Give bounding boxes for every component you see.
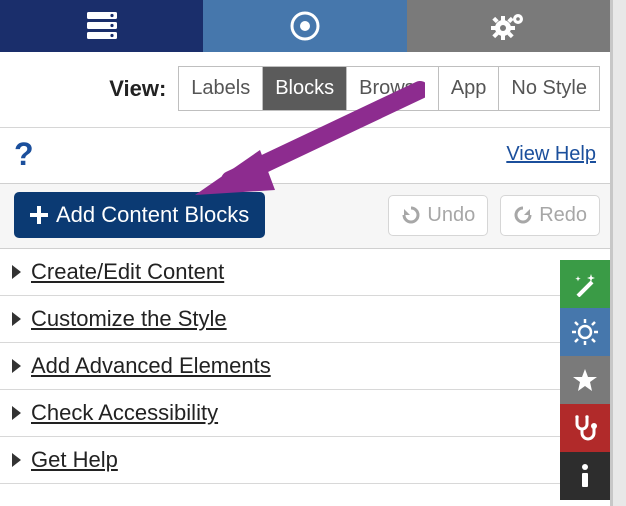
- redo-button[interactable]: Redo: [500, 195, 600, 236]
- action-row: Add Content Blocks Undo Redo: [0, 184, 610, 249]
- view-seg-labels[interactable]: Labels: [179, 67, 263, 110]
- server-icon: [85, 11, 119, 41]
- acc-label: Add Advanced Elements: [31, 353, 271, 379]
- gears-icon: [490, 11, 526, 41]
- acc-check-accessibility[interactable]: Check Accessibility: [0, 390, 610, 437]
- view-seg-blocks[interactable]: Blocks: [263, 67, 347, 110]
- info-icon: [579, 463, 591, 489]
- acc-customize-style[interactable]: Customize the Style: [0, 296, 610, 343]
- stethoscope-icon: [571, 414, 599, 442]
- acc-label: Get Help: [31, 447, 118, 473]
- acc-create-edit-content[interactable]: Create/Edit Content: [0, 249, 610, 296]
- view-row: View: Labels Blocks Browse App No Style: [0, 52, 610, 128]
- acc-get-help[interactable]: Get Help: [0, 437, 610, 484]
- add-content-blocks-label: Add Content Blocks: [56, 202, 249, 228]
- acc-label: Customize the Style: [31, 306, 227, 332]
- redo-icon: [513, 205, 533, 225]
- view-segmented-control: Labels Blocks Browse App No Style: [178, 66, 600, 111]
- acc-label: Create/Edit Content: [31, 259, 224, 285]
- data-tab[interactable]: [0, 0, 203, 52]
- target-icon: [290, 11, 320, 41]
- redo-label: Redo: [539, 204, 587, 227]
- acc-add-advanced-elements[interactable]: Add Advanced Elements: [0, 343, 610, 390]
- add-content-blocks-button[interactable]: Add Content Blocks: [14, 192, 265, 238]
- view-seg-nostyle[interactable]: No Style: [499, 67, 599, 110]
- accordion-list: Create/Edit Content Customize the Style …: [0, 249, 610, 484]
- chevron-right-icon: [12, 453, 21, 467]
- chevron-right-icon: [12, 406, 21, 420]
- chevron-right-icon: [12, 312, 21, 326]
- acc-label: Check Accessibility: [31, 400, 218, 426]
- settings-tab[interactable]: [407, 0, 610, 52]
- undo-icon: [401, 205, 421, 225]
- chevron-right-icon: [12, 265, 21, 279]
- chevron-right-icon: [12, 359, 21, 373]
- brightness-icon: [572, 319, 598, 345]
- view-seg-browse[interactable]: Browse: [347, 67, 439, 110]
- side-wand-button[interactable]: [560, 260, 610, 308]
- target-tab[interactable]: [203, 0, 406, 52]
- help-icon[interactable]: ?: [14, 136, 34, 173]
- plus-icon: [30, 206, 48, 224]
- undo-label: Undo: [427, 204, 475, 227]
- top-tab-bar: [0, 0, 610, 52]
- side-tool-stack: [560, 260, 610, 500]
- undo-button[interactable]: Undo: [388, 195, 488, 236]
- view-seg-app[interactable]: App: [439, 67, 500, 110]
- help-row: ? View Help: [0, 128, 610, 184]
- view-help-link[interactable]: View Help: [506, 143, 596, 166]
- side-star-button[interactable]: [560, 356, 610, 404]
- view-label: View:: [109, 76, 166, 102]
- side-info-button[interactable]: [560, 452, 610, 500]
- side-brightness-button[interactable]: [560, 308, 610, 356]
- star-icon: [572, 367, 598, 393]
- magic-wand-icon: [572, 271, 598, 297]
- side-stethoscope-button[interactable]: [560, 404, 610, 452]
